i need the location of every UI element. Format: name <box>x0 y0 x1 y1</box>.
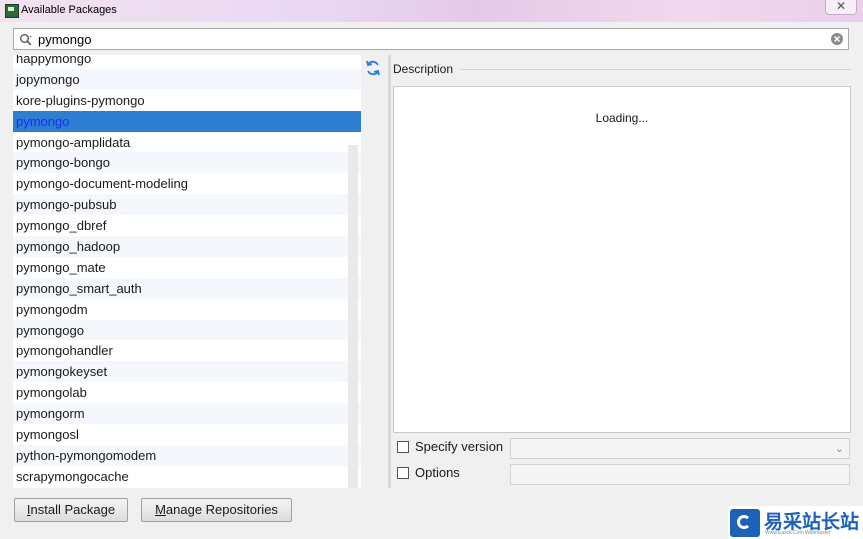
specify-version-label[interactable]: Specify version <box>415 439 503 454</box>
package-list-item[interactable]: jopymongo <box>13 68 361 90</box>
chevron-down-icon: ⌄ <box>834 443 844 455</box>
search-icon[interactable] <box>19 33 33 47</box>
install-label: nstall Package <box>30 502 116 517</box>
package-list[interactable]: happymongo jopymongo kore-plugins-pymongo p… <box>13 55 361 488</box>
watermark-subtext: Www.Easck.Com Webmaster <box>765 530 831 536</box>
title-bar[interactable]: Available Packages ✕ <box>0 0 863 22</box>
options-field[interactable] <box>510 464 850 485</box>
options-checkbox[interactable] <box>397 467 409 479</box>
manage-repositories-button[interactable]: Manage Repositories <box>141 498 292 522</box>
search-box <box>13 28 849 50</box>
package-list-item[interactable]: pymongorm <box>13 403 361 425</box>
watermark: 易采站长站 Www.Easck.Com Webmaster <box>728 506 863 539</box>
package-list-item[interactable]: pymongo-pubsub <box>13 194 361 216</box>
install-package-button[interactable]: Install Package <box>14 498 128 522</box>
package-list-item[interactable]: pymongokeyset <box>13 361 361 383</box>
package-list-item[interactable]: pymongolab <box>13 382 361 403</box>
package-list-item[interactable]: pymongogo <box>13 319 361 341</box>
package-list-item[interactable]: scrapymongocache <box>13 466 361 487</box>
package-list-item[interactable]: pymongo_mate <box>13 257 361 278</box>
watermark-logo-icon <box>730 509 760 537</box>
package-list-item[interactable]: pymongo <box>13 110 361 132</box>
refresh-toolbar <box>361 55 387 488</box>
loading-text: Loading... <box>595 111 649 125</box>
manage-mnemonic: M <box>155 502 166 517</box>
package-list-item[interactable]: pymongohandler <box>13 340 361 361</box>
app-icon <box>5 4 19 18</box>
package-list-item[interactable]: pymongo_smart_auth <box>13 277 361 299</box>
available-packages-dialog: Available Packages ✕ happymongojopymongo… <box>0 0 863 539</box>
version-select[interactable]: ⌄ <box>510 438 850 459</box>
package-list-item[interactable]: pymongo_hadoop <box>13 236 361 257</box>
package-list-item[interactable]: kore-plugins-pymongo <box>13 90 361 111</box>
package-list-item[interactable]: pymongo_dbref <box>13 215 361 236</box>
package-list-item[interactable]: python-pymongomodem <box>13 444 361 466</box>
options-label[interactable]: Options <box>415 465 460 480</box>
package-list-item[interactable]: pymongo-bongo <box>13 152 361 174</box>
package-list-item[interactable]: happymongo <box>13 55 361 69</box>
description-panel: Loading... <box>393 86 851 433</box>
package-list-item[interactable]: pymongosl <box>13 424 361 445</box>
specify-version-checkbox[interactable] <box>397 441 409 453</box>
search-input[interactable] <box>38 29 818 49</box>
package-list-item[interactable]: pymongodm <box>13 299 361 320</box>
close-window-button[interactable]: ✕ <box>825 0 857 15</box>
package-list-item[interactable]: pymongo-document-modeling <box>13 173 361 194</box>
manage-label: anage Repositories <box>165 502 278 517</box>
package-list-scrollbar[interactable] <box>348 145 358 488</box>
panel-splitter[interactable] <box>388 55 391 488</box>
package-list-item[interactable]: pymongo-amplidata <box>13 132 361 153</box>
window-title: Available Packages <box>21 4 117 16</box>
description-separator <box>460 69 851 70</box>
refresh-icon[interactable] <box>364 59 382 77</box>
description-label: Description <box>393 62 454 76</box>
clear-icon[interactable] <box>830 32 844 46</box>
